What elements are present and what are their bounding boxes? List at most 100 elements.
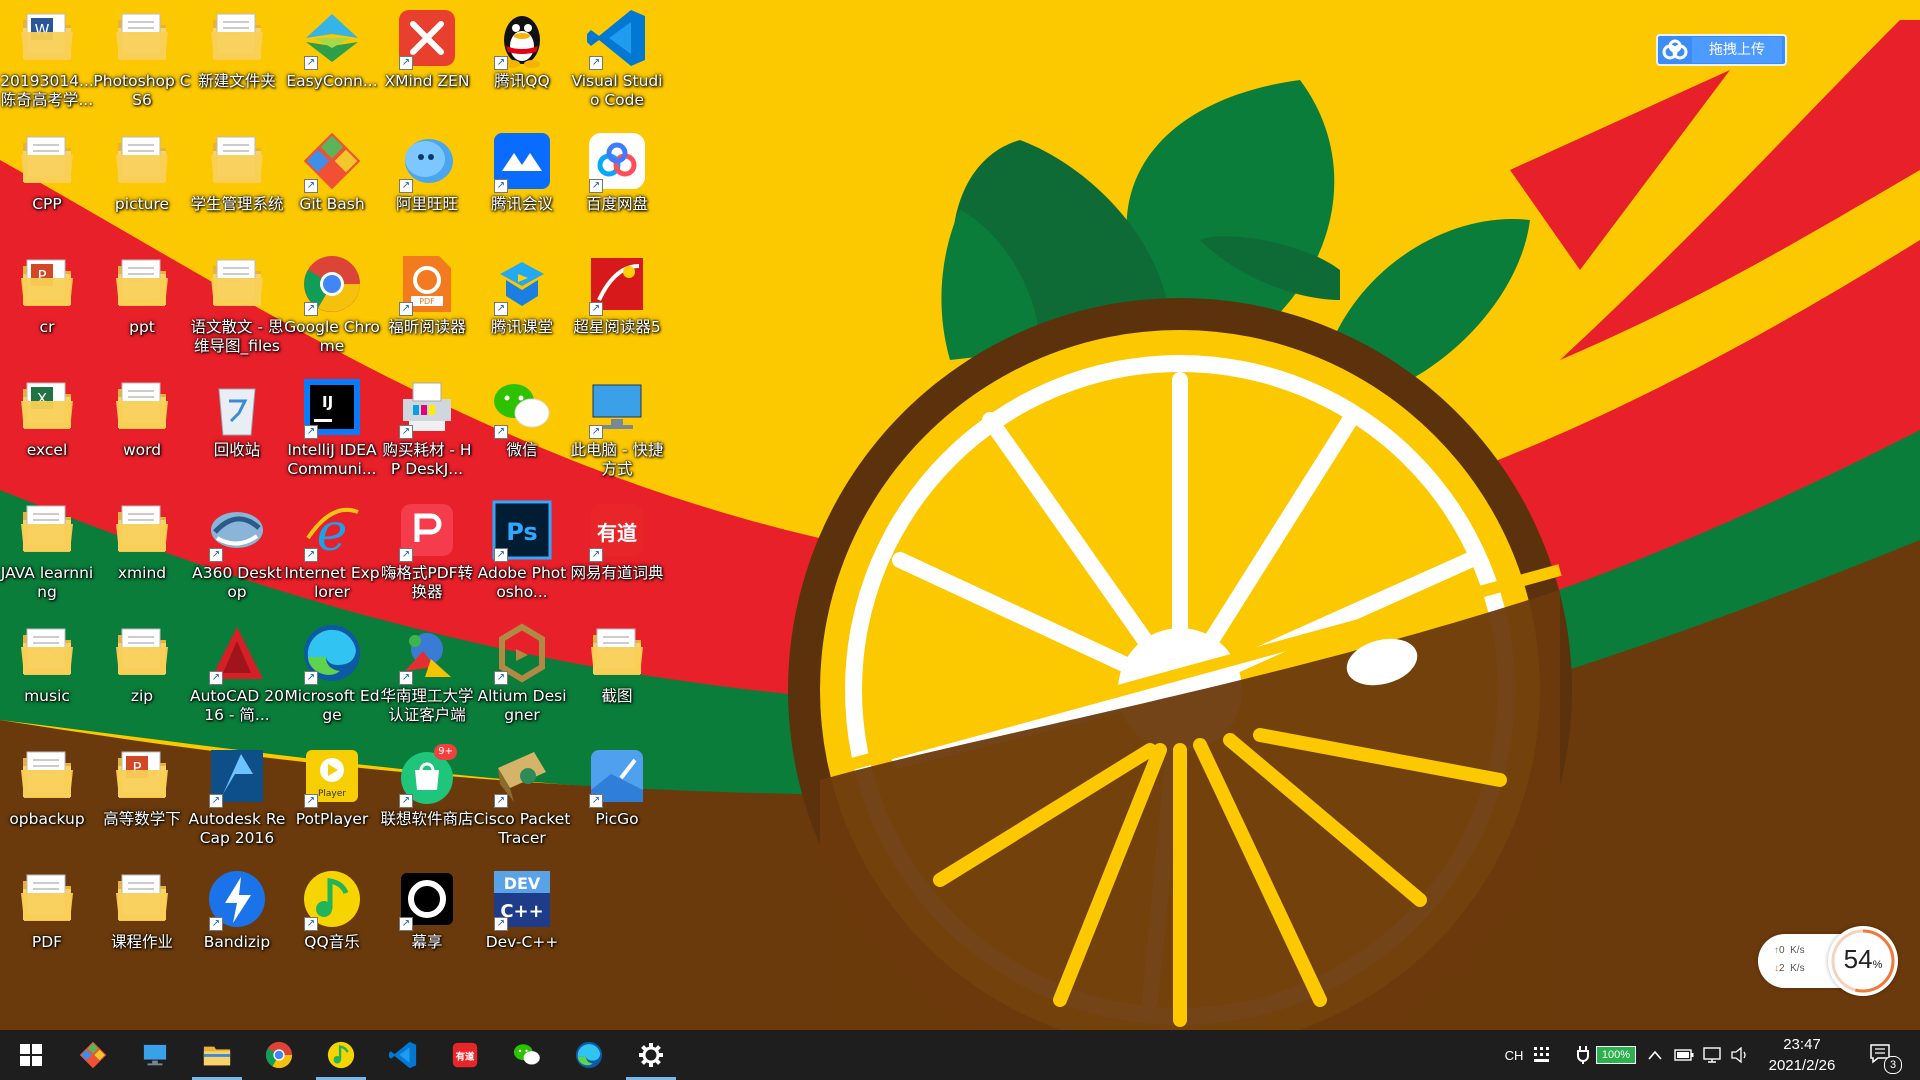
desktop-icon[interactable]: ↗ 超星阅读器5 bbox=[570, 246, 664, 366]
desktop-icon[interactable]: ↗ 百度网盘 bbox=[570, 123, 664, 243]
desktop-icon[interactable]: ↗ Altium Designer bbox=[475, 615, 569, 735]
desktop-icon[interactable]: ↗ 此电脑 - 快捷方式 bbox=[570, 369, 664, 489]
desktop-icon[interactable]: PDF bbox=[0, 861, 94, 981]
desktop-icon[interactable]: ↗ XMind ZEN bbox=[380, 0, 474, 120]
desktop-icon[interactable]: ↗ Microsoft Edge bbox=[284, 615, 380, 735]
input-mode-icon[interactable] bbox=[1530, 1030, 1554, 1080]
baidu-netdisk-icon: ↗ bbox=[585, 129, 649, 193]
desktop-icon[interactable]: ↗ 购买耗材 - HP DeskJ... bbox=[380, 369, 474, 489]
shortcut-arrow-icon: ↗ bbox=[494, 56, 508, 70]
desktop-icon[interactable]: W 20193014... 陈奇高考学... bbox=[0, 0, 94, 120]
desktop-icon[interactable]: 语文散文 - 思维导图_files bbox=[190, 246, 284, 366]
taskbar-this-pc[interactable] bbox=[126, 1030, 184, 1080]
desktop-icon[interactable]: word bbox=[95, 369, 189, 489]
clock-time: 23:47 bbox=[1783, 1036, 1821, 1053]
taskbar-qq-music[interactable] bbox=[312, 1030, 370, 1080]
desktop-icon[interactable]: 学生管理系统 bbox=[190, 123, 284, 243]
show-hidden-icons-chevron-icon[interactable] bbox=[1644, 1030, 1666, 1080]
desktop-icon-label: 回收站 bbox=[213, 441, 261, 459]
desktop-icon[interactable]: DEV C++ ↗ Dev-C++ bbox=[475, 861, 569, 981]
taskbar-git[interactable] bbox=[64, 1030, 122, 1080]
desktop-icon[interactable]: ↗ 华南理工大学认证客户端 bbox=[380, 615, 474, 735]
desktop-icon[interactable]: opbackup bbox=[0, 738, 94, 858]
baidu-upload-widget[interactable]: 拖拽上传 bbox=[1656, 34, 1787, 66]
shortcut-arrow-icon: ↗ bbox=[589, 179, 603, 193]
desktop-icon[interactable]: Player ↗ PotPlayer bbox=[285, 738, 379, 858]
taskbar-youdao[interactable]: 有道 bbox=[436, 1030, 494, 1080]
desktop-icon[interactable]: ↗ Git Bash bbox=[285, 123, 379, 243]
folder-icon bbox=[15, 621, 79, 685]
desktop-icon[interactable]: Photoshop CS6 bbox=[93, 0, 191, 120]
desktop-icon-label: 福昕阅读器 bbox=[388, 318, 466, 336]
system-clock[interactable]: 23:47 2021/2/26 bbox=[1752, 1034, 1852, 1076]
desktop-icon[interactable]: ↗ 微信 bbox=[475, 369, 569, 489]
taskbar-chrome[interactable] bbox=[250, 1030, 308, 1080]
desktop-icon[interactable]: ↗ 9+ 联想软件商店 bbox=[380, 738, 474, 858]
desktop-icon[interactable]: xmind bbox=[95, 492, 189, 612]
start-button[interactable] bbox=[2, 1030, 60, 1080]
desktop-icon[interactable]: ↗ AutoCAD 2016 - 简... bbox=[190, 615, 284, 735]
desktop-icon[interactable]: ↗ Visual Studio Code bbox=[570, 0, 664, 120]
desktop-icon[interactable]: zip bbox=[95, 615, 189, 735]
dev-cpp-icon: DEV C++ ↗ bbox=[490, 867, 554, 931]
taskbar-wechat[interactable] bbox=[498, 1030, 556, 1080]
desktop-icon[interactable]: music bbox=[0, 615, 94, 735]
desktop-icon[interactable]: Ps ↗ Adobe Photosho... bbox=[475, 492, 569, 612]
desktop-icon[interactable]: 回收站 bbox=[190, 369, 284, 489]
battery-icon[interactable] bbox=[1672, 1030, 1696, 1080]
desktop-icon[interactable]: ↗ Google Chrome bbox=[284, 246, 380, 366]
edge-icon bbox=[574, 1040, 604, 1070]
desktop-icon[interactable]: ↗ 嗨格式PDF转换器 bbox=[380, 492, 474, 612]
desktop-icon-label: EasyConn... bbox=[286, 72, 378, 90]
taskbar-settings[interactable] bbox=[622, 1030, 680, 1080]
volume-icon[interactable] bbox=[1728, 1030, 1752, 1080]
taskbar-edge[interactable] bbox=[560, 1030, 618, 1080]
shortcut-arrow-icon: ↗ bbox=[494, 179, 508, 193]
desktop-icon[interactable]: 有道 ↗ 网易有道词典 bbox=[570, 492, 664, 612]
desktop-icon[interactable]: CPP bbox=[0, 123, 94, 243]
shortcut-arrow-icon: ↗ bbox=[399, 56, 413, 70]
desktop-icon[interactable]: ↗ 幕享 bbox=[380, 861, 474, 981]
desktop-icon[interactable]: ↗ QQ音乐 bbox=[285, 861, 379, 981]
picgo-icon: ↗ bbox=[585, 744, 649, 808]
desktop-icon[interactable]: ↗ EasyConn... bbox=[285, 0, 379, 120]
desktop-icon[interactable]: Xexcel bbox=[0, 369, 94, 489]
desktop-icon[interactable]: ↗ 腾讯会议 bbox=[475, 123, 569, 243]
desktop-icon[interactable]: ↗ A360 Desktop bbox=[190, 492, 284, 612]
desktop-icon[interactable]: IJ ↗ IntelliJ IDEA Communi... bbox=[285, 369, 379, 489]
shortcut-arrow-icon: ↗ bbox=[589, 794, 603, 808]
usage-percent: 54% bbox=[1843, 944, 1883, 974]
desktop-icon[interactable]: ↗ Autodesk ReCap 2016 bbox=[189, 738, 285, 858]
desktop-icon[interactable]: ppt bbox=[95, 246, 189, 366]
taskbar-vscode[interactable] bbox=[374, 1030, 432, 1080]
folder-icon bbox=[202, 1040, 232, 1070]
desktop-icon[interactable]: 新建文件夹 bbox=[190, 0, 284, 120]
ime-indicator[interactable]: CH bbox=[1500, 1030, 1528, 1080]
desktop-icon[interactable]: 截图 bbox=[570, 615, 664, 735]
network-icon[interactable] bbox=[1700, 1030, 1724, 1080]
aliwangwang-icon: ↗ bbox=[395, 129, 459, 193]
desktop-icon[interactable]: ↗ Cisco Packet Tracer bbox=[473, 738, 571, 858]
desktop-icon[interactable]: JAVA learnning bbox=[0, 492, 94, 612]
desktop-icon[interactable]: ↗ PicGo bbox=[570, 738, 664, 858]
desktop-icon-label: 华南理工大学认证客户端 bbox=[380, 687, 474, 724]
desktop-icon[interactable]: ↗ 阿里旺旺 bbox=[380, 123, 474, 243]
desktop-icon[interactable]: ↗ Bandizip bbox=[190, 861, 284, 981]
desktop-icon[interactable]: P 高等数学下 bbox=[95, 738, 189, 858]
action-center-button[interactable]: 3 bbox=[1862, 1030, 1902, 1080]
shortcut-arrow-icon: ↗ bbox=[494, 671, 508, 685]
memory-usage-gauge[interactable]: 54% bbox=[1828, 926, 1898, 996]
desktop-icon[interactable]: Pcr bbox=[0, 246, 94, 366]
desktop-icon[interactable]: PDF ↗ 福昕阅读器 bbox=[380, 246, 474, 366]
taskbar-file-explorer[interactable] bbox=[188, 1030, 246, 1080]
shortcut-arrow-icon: ↗ bbox=[494, 425, 508, 439]
desktop-icon[interactable]: e ↗ Internet Explorer bbox=[284, 492, 379, 612]
desktop-icon[interactable]: 课程作业 bbox=[95, 861, 189, 981]
desktop-icon-label: JAVA learnning bbox=[0, 564, 94, 601]
desktop-icon[interactable]: ↗ 腾讯QQ bbox=[475, 0, 569, 120]
battery-indicator[interactable]: 100% bbox=[1594, 1030, 1638, 1080]
intellij-idea-icon: IJ ↗ bbox=[300, 375, 364, 439]
desktop-icon[interactable]: ↗ 腾讯课堂 bbox=[475, 246, 569, 366]
desktop-icon-label: Cisco Packet Tracer bbox=[473, 810, 571, 847]
desktop-icon[interactable]: picture bbox=[95, 123, 189, 243]
